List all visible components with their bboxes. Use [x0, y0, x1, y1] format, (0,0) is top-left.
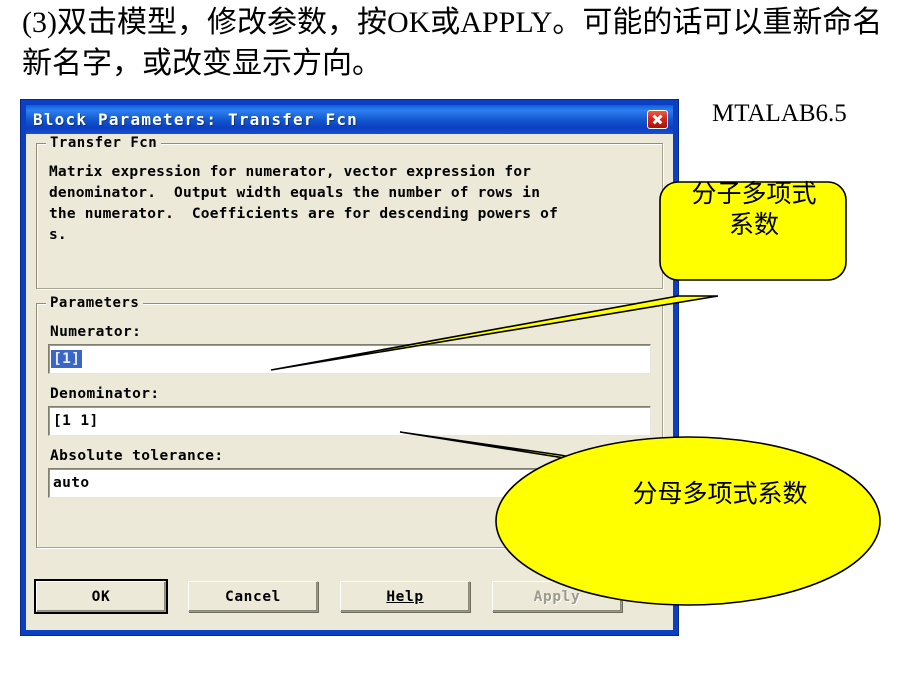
close-icon[interactable] [647, 110, 668, 129]
ok-button[interactable]: OK [34, 579, 168, 614]
block-parameters-dialog: Block Parameters: Transfer Fcn Transfer … [20, 99, 679, 636]
numerator-value: [1] [51, 350, 83, 368]
denominator-value: [1 1] [53, 413, 99, 429]
dialog-titlebar[interactable]: Block Parameters: Transfer Fcn [26, 105, 673, 134]
page-title: (3)双击模型，修改参数，按OK或APPLY。可能的话可以重新命名新名字，或改变… [22, 6, 883, 80]
numerator-input[interactable]: [1] [48, 344, 651, 374]
denominator-label: Denominator: [50, 386, 160, 402]
denominator-input[interactable]: [1 1] [48, 406, 651, 436]
absolute-tolerance-label: Absolute tolerance: [50, 448, 224, 464]
transfer-fcn-description-group: Transfer Fcn Matrix expression for numer… [36, 135, 663, 289]
description-text: Matrix expression for numerator, vector … [49, 164, 558, 243]
dialog-client-area: Transfer Fcn Matrix expression for numer… [26, 134, 673, 630]
description-group-legend: Transfer Fcn [46, 135, 162, 151]
absolute-tolerance-input[interactable]: auto [48, 468, 651, 498]
parameters-group: Parameters Numerator: [1] Denominator: [… [36, 295, 663, 548]
callout-numerator-label: 分子多项式 系数 [691, 181, 817, 239]
apply-button: Apply [492, 581, 622, 612]
dialog-title: Block Parameters: Transfer Fcn [33, 110, 358, 129]
help-button[interactable]: Help [340, 581, 470, 612]
numerator-label: Numerator: [50, 324, 142, 340]
help-button-label: Help [386, 588, 424, 605]
callout-numerator-bubble [659, 181, 847, 281]
matlab-version-caption: MTALAB6.5 [712, 100, 847, 127]
dialog-button-row: OK Cancel Help Apply [34, 579, 663, 614]
parameters-group-legend: Parameters [46, 295, 144, 311]
dialog-inner: Block Parameters: Transfer Fcn Transfer … [26, 105, 673, 630]
absolute-tolerance-value: auto [53, 475, 90, 491]
cancel-button[interactable]: Cancel [188, 581, 318, 612]
